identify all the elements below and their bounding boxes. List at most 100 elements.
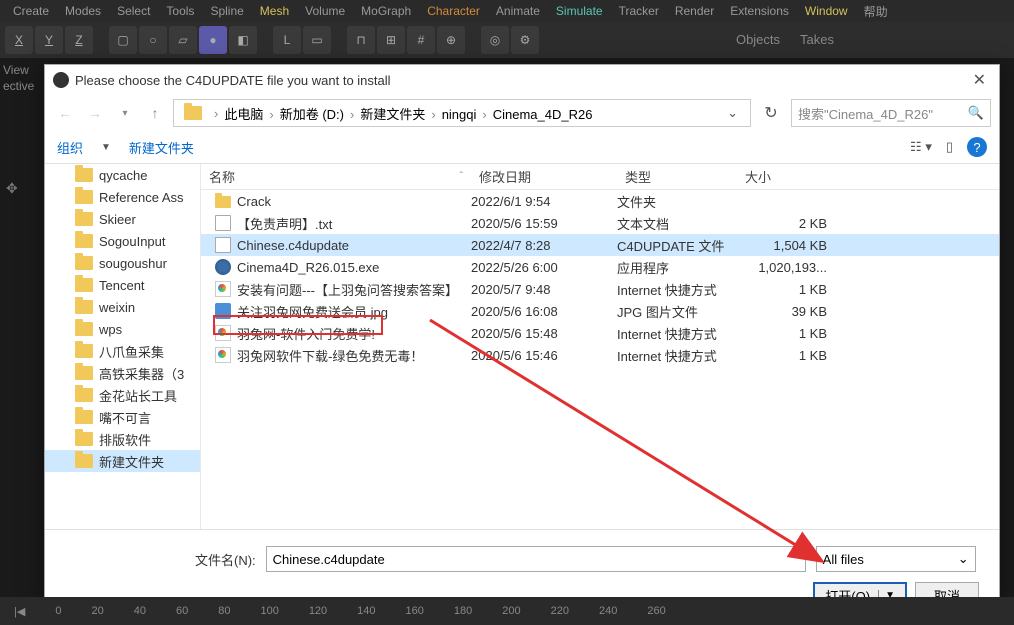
file-row[interactable]: 羽兔网软件下载-绿色免费无毒！2020/5/6 15:46Internet 快捷… [201,344,999,366]
menu-spline[interactable]: Spline [202,4,251,18]
url-icon [215,281,231,297]
file-row[interactable]: 【免责声明】.txt2020/5/6 15:59文本文档2 KB [201,212,999,234]
recent-icon[interactable]: ▾ [113,101,137,125]
filename-input[interactable] [266,546,806,572]
folder-icon [75,432,93,446]
file-row[interactable]: Chinese.c4dupdate2022/4/7 8:28C4DUPDATE … [201,234,999,256]
tool-rect-icon[interactable]: ▭ [303,26,331,54]
back-icon[interactable]: ← [53,101,77,125]
menu-character[interactable]: Character [419,4,488,18]
menu-tracker[interactable]: Tracker [611,4,667,18]
sidebar-item[interactable]: 排版软件 [45,428,200,450]
sidebar-item[interactable]: SogouInput [45,230,200,252]
url-icon [215,325,231,341]
tool-align-icon[interactable]: ⊞ [377,26,405,54]
tool-cube-icon[interactable]: ▢ [109,26,137,54]
menu-simulate[interactable]: Simulate [548,4,611,18]
play-start-icon[interactable]: |◀ [14,605,25,618]
view-mode-icon[interactable]: ☷ ▾ [910,139,932,155]
filter-select[interactable]: All files⌄ [816,546,976,572]
menu-帮助[interactable]: 帮助 [856,3,896,20]
menu-animate[interactable]: Animate [488,4,548,18]
folder-icon [75,388,93,402]
sidebar-item[interactable]: 新建文件夹 [45,450,200,472]
column-date[interactable]: 修改日期 [471,167,617,186]
menu-window[interactable]: Window [797,4,856,18]
menu-volume[interactable]: Volume [297,4,353,18]
axis-group: XYZ [5,26,93,54]
menu-modes[interactable]: Modes [57,4,109,18]
sidebar-item[interactable]: 八爪鱼采集 [45,340,200,362]
tool-gear-icon[interactable]: ⚙ [511,26,539,54]
file-dialog: Please choose the C4DUPDATE file you wan… [44,64,1000,600]
sidebar-item[interactable]: 嘴不可言 [45,406,200,428]
sidebar-item[interactable]: weixin [45,296,200,318]
tab-takes[interactable]: Takes [800,32,834,47]
menu-tools[interactable]: Tools [158,4,202,18]
column-size[interactable]: 大小 [737,167,827,186]
breadcrumb[interactable]: › 此电脑›新加卷 (D:)›新建文件夹›ningqi›Cinema_4D_R2… [173,99,751,127]
tool-misc-icon[interactable]: ◧ [229,26,257,54]
sidebar-item[interactable]: Reference Ass [45,186,200,208]
folder-icon [75,278,93,292]
timeline-bar: |◀ 020406080100120140160180200220240260 [0,597,1014,625]
help-icon[interactable]: ? [967,137,987,157]
exe-icon [215,259,231,275]
sidebar-item[interactable]: wps [45,318,200,340]
menu-extensions[interactable]: Extensions [722,4,797,18]
chevron-down-icon[interactable]: ⌄ [719,105,746,121]
folder-icon [75,300,93,314]
file-row[interactable]: 关注羽兔网免费送会员.jpg2020/5/6 16:08JPG 图片文件39 K… [201,300,999,322]
file-row[interactable]: 羽兔网-软件入门免费学!2020/5/6 15:48Internet 快捷方式1… [201,322,999,344]
sidebar-item[interactable]: qycache [45,164,200,186]
column-name[interactable]: 名称ˆ [201,167,471,186]
crumb-item[interactable]: 新建文件夹 [360,107,425,122]
crumb-item[interactable]: Cinema_4D_R26 [493,107,593,122]
up-icon[interactable]: ↑ [143,101,167,125]
folder-icon [75,212,93,226]
file-row[interactable]: 安装有问题---【上羽兔问答搜索答案】2020/5/7 9:48Internet… [201,278,999,300]
tool-l-icon[interactable]: L [273,26,301,54]
tool-grid-icon[interactable]: # [407,26,435,54]
sidebar-item[interactable]: 金花站长工具 [45,384,200,406]
toolbar-row: 组织▼ 新建文件夹 ☷ ▾ ▯ ? [45,131,999,163]
file-row[interactable]: Crack2022/6/1 9:54文件夹 [201,190,999,212]
shape-tools: ▢ ○ ▱ ● ◧ [109,26,257,54]
axis-y[interactable]: Y [35,26,63,54]
refresh-icon[interactable]: ↻ [757,99,785,127]
file-row[interactable]: Cinema4D_R26.015.exe2022/5/26 6:00应用程序1,… [201,256,999,278]
top-menu: CreateModesSelectToolsSplineMeshVolumeMo… [0,0,1014,22]
axis-x[interactable]: X [5,26,33,54]
crumb-item[interactable]: ningqi [442,107,477,122]
sidebar-item[interactable]: Skieer [45,208,200,230]
menu-select[interactable]: Select [109,4,158,18]
tool-cylinder-icon[interactable]: ● [199,26,227,54]
filename-label: 文件名(N): [195,550,256,569]
tool-sphere-icon[interactable]: ○ [139,26,167,54]
sidebar-item[interactable]: 高铁采集器（3 [45,362,200,384]
close-icon[interactable]: ✕ [968,70,991,90]
move-icon[interactable]: ✥ [6,180,18,197]
menu-mesh[interactable]: Mesh [252,4,297,18]
tool-spiral-icon[interactable]: ◎ [481,26,509,54]
preview-pane-icon[interactable]: ▯ [946,139,953,155]
menu-render[interactable]: Render [667,4,722,18]
forward-icon[interactable]: → [83,101,107,125]
tool-plane-icon[interactable]: ▱ [169,26,197,54]
axis-z[interactable]: Z [65,26,93,54]
column-type[interactable]: 类型 [617,167,737,186]
crumb-item[interactable]: 此电脑 [224,107,263,122]
tool-target-icon[interactable]: ⊕ [437,26,465,54]
organize-button[interactable]: 组织 [57,138,83,157]
dialog-title-text: Please choose the C4DUPDATE file you wan… [75,73,391,88]
folder-icon [75,410,93,424]
tab-objects[interactable]: Objects [736,32,780,47]
menu-create[interactable]: Create [5,4,57,18]
sidebar-item[interactable]: Tencent [45,274,200,296]
sidebar-item[interactable]: sougoushur [45,252,200,274]
menu-mograph[interactable]: MoGraph [353,4,419,18]
search-input[interactable]: 搜索"Cinema_4D_R26" 🔍 [791,99,991,127]
tool-magnet-icon[interactable]: ⊓ [347,26,375,54]
crumb-item[interactable]: 新加卷 (D:) [280,107,344,122]
new-folder-button[interactable]: 新建文件夹 [129,138,194,157]
